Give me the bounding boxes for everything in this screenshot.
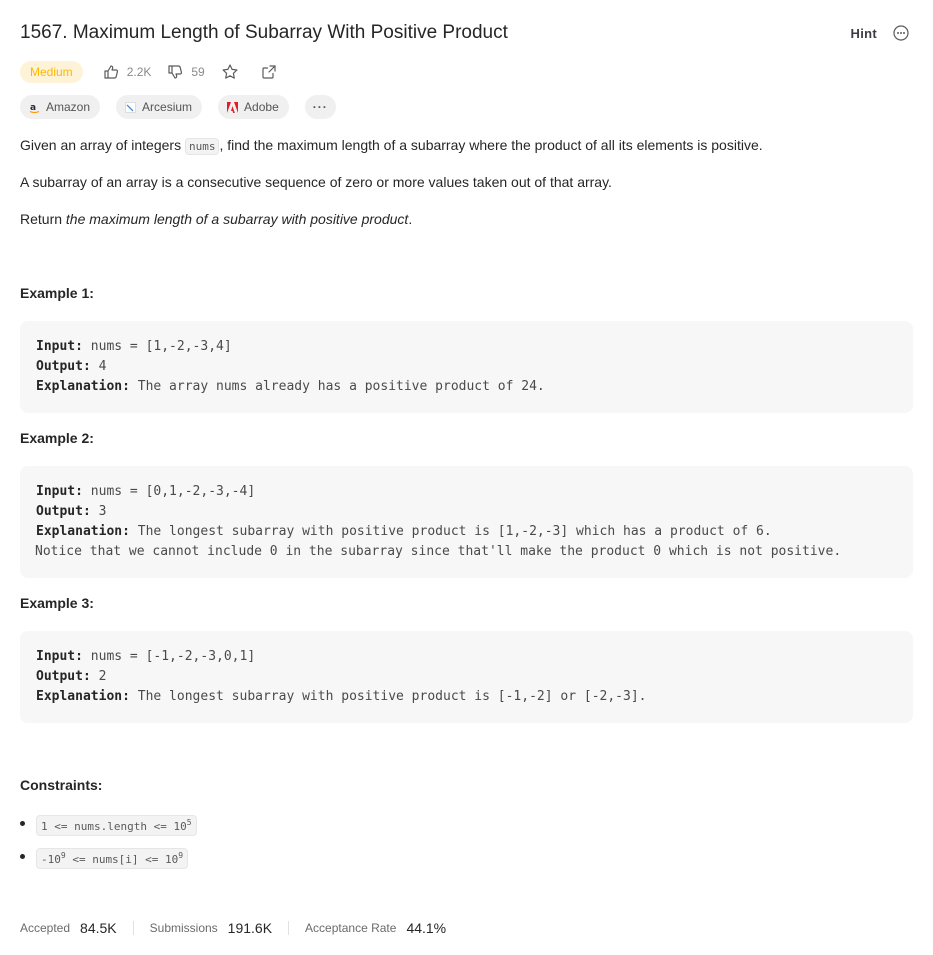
acceptance-rate-value: 44.1%: [406, 920, 447, 936]
example-explanation-line: Explanation: The longest subarray with p…: [36, 689, 646, 704]
list-bullet: [20, 821, 25, 826]
description-paragraph: A subarray of an array is a consecutive …: [20, 174, 612, 190]
more-options-icon[interactable]: [893, 25, 909, 41]
output-value: 3: [90, 504, 107, 519]
text: Return: [20, 211, 66, 227]
text: , find the maximum length of a subarray …: [219, 137, 763, 153]
divider: [288, 921, 290, 935]
example-input-line: Input: nums = [0,1,-2,-3,-4]: [36, 484, 255, 499]
share-icon: [262, 65, 276, 79]
company-name: Arcesium: [142, 100, 193, 114]
output-label: Output:: [36, 359, 91, 374]
company-name: Amazon: [46, 100, 91, 114]
example-output-line: Output: 2: [36, 669, 106, 684]
dislike-button[interactable]: 59: [167, 64, 205, 80]
divider: [132, 921, 134, 935]
output-label: Output:: [36, 669, 91, 684]
input-label: Input:: [36, 649, 83, 664]
accepted-value: 84.5K: [80, 920, 117, 936]
acceptance-rate-label: Acceptance Rate: [305, 921, 397, 935]
adobe-logo-icon: [227, 101, 239, 113]
company-tags: a Amazon Arcesium Adobe ···: [20, 95, 352, 119]
text: Given an array of integers: [20, 137, 185, 153]
input-label: Input:: [36, 339, 83, 354]
example-heading: Example 3:: [20, 595, 94, 611]
constraints-heading: Constraints:: [20, 777, 103, 793]
dislike-count: 59: [191, 65, 205, 79]
superscript: 5: [186, 818, 192, 827]
description-paragraph: Given an array of integers nums, find th…: [20, 137, 763, 155]
submissions-value: 191.6K: [227, 920, 273, 936]
more-tags-button[interactable]: ···: [304, 95, 336, 119]
constraint-item: 1 <= nums.length <= 105: [36, 815, 197, 836]
example-heading: Example 2:: [20, 430, 94, 446]
company-name: Adobe: [244, 100, 279, 114]
description-paragraph: Return the maximum length of a subarray …: [20, 211, 412, 227]
explanation-label: Explanation:: [36, 379, 130, 394]
explanation-text: The array nums already has a positive pr…: [129, 379, 545, 394]
hint-button[interactable]: Hint: [851, 26, 877, 41]
inline-code: nums: [184, 138, 220, 155]
company-tag-amazon[interactable]: a Amazon: [20, 95, 101, 119]
like-count: 2.2K: [126, 65, 152, 79]
input-value: nums = [-1,-2,-3,0,1]: [82, 649, 256, 664]
constraint-text: -10: [41, 853, 61, 866]
company-tag-arcesium[interactable]: Arcesium: [116, 95, 203, 119]
explanation-text: The longest subarray with positive produ…: [129, 689, 647, 704]
constraint-item: -109 <= nums[i] <= 109: [36, 848, 189, 869]
output-value: 2: [90, 669, 107, 684]
input-value: nums = [0,1,-2,-3,-4]: [82, 484, 256, 499]
thumbs-down-icon: [168, 65, 183, 79]
example-block: Input: nums = [0,1,-2,-3,-4] Output: 3 E…: [20, 466, 913, 578]
arcesium-logo-icon: [125, 101, 137, 113]
favorite-button[interactable]: [221, 63, 239, 81]
explanation-label: Explanation:: [36, 524, 130, 539]
constraint-text: 1 <= nums.length <= 10: [41, 820, 187, 833]
example-input-line: Input: nums = [-1,-2,-3,0,1]: [36, 649, 255, 664]
share-button[interactable]: [261, 64, 277, 80]
example-input-line: Input: nums = [1,-2,-3,4]: [36, 339, 232, 354]
superscript: 9: [178, 851, 184, 860]
accepted-label: Accepted: [20, 921, 71, 935]
example-output-line: Output: 4: [36, 359, 106, 374]
like-button[interactable]: 2.2K: [103, 64, 152, 80]
example-explanation-continued: Notice that we cannot include 0 in the s…: [35, 544, 842, 559]
example-explanation-line: Explanation: The array nums already has …: [36, 379, 545, 394]
title-row: 1567. Maximum Length of Subarray With Po…: [20, 20, 913, 48]
constraint-text: <= nums[i] <= 10: [65, 853, 179, 866]
list-bullet: [20, 854, 25, 859]
output-value: 4: [90, 359, 107, 374]
output-label: Output:: [36, 504, 91, 519]
star-icon: [222, 64, 238, 79]
example-block: Input: nums = [-1,-2,-3,0,1] Output: 2 E…: [20, 631, 913, 723]
amazon-logo-icon: a: [29, 102, 40, 113]
constraints-list: 1 <= nums.length <= 105 -10 9 <= nums[i] …: [20, 813, 420, 873]
input-value: nums = [1,-2,-3,4]: [82, 339, 232, 354]
example-heading: Example 1:: [20, 285, 94, 301]
problem-description-panel: 1567. Maximum Length of Subarray With Po…: [0, 0, 933, 955]
example-block: Input: nums = [1,-2,-3,4] Output: 4 Expl…: [20, 321, 913, 413]
company-tag-adobe[interactable]: Adobe: [218, 95, 289, 119]
submission-stats: Accepted 84.5K Submissions 191.6K Accept…: [20, 920, 446, 936]
example-explanation-line: Explanation: The longest subarray with p…: [36, 524, 772, 539]
thumbs-up-icon: [104, 65, 118, 79]
explanation-text: The longest subarray with positive produ…: [129, 524, 772, 539]
difficulty-badge: Medium: [20, 61, 83, 83]
meta-row: Medium 2.2K 59: [20, 59, 299, 85]
submissions-label: Submissions: [149, 921, 218, 935]
explanation-label: Explanation:: [36, 689, 130, 704]
input-label: Input:: [36, 484, 83, 499]
example-output-line: Output: 3: [36, 504, 106, 519]
problem-title[interactable]: 1567. Maximum Length of Subarray With Po…: [20, 22, 508, 44]
text: .: [408, 211, 413, 227]
emphasis-text: the maximum length of a subarray with po…: [65, 211, 409, 227]
